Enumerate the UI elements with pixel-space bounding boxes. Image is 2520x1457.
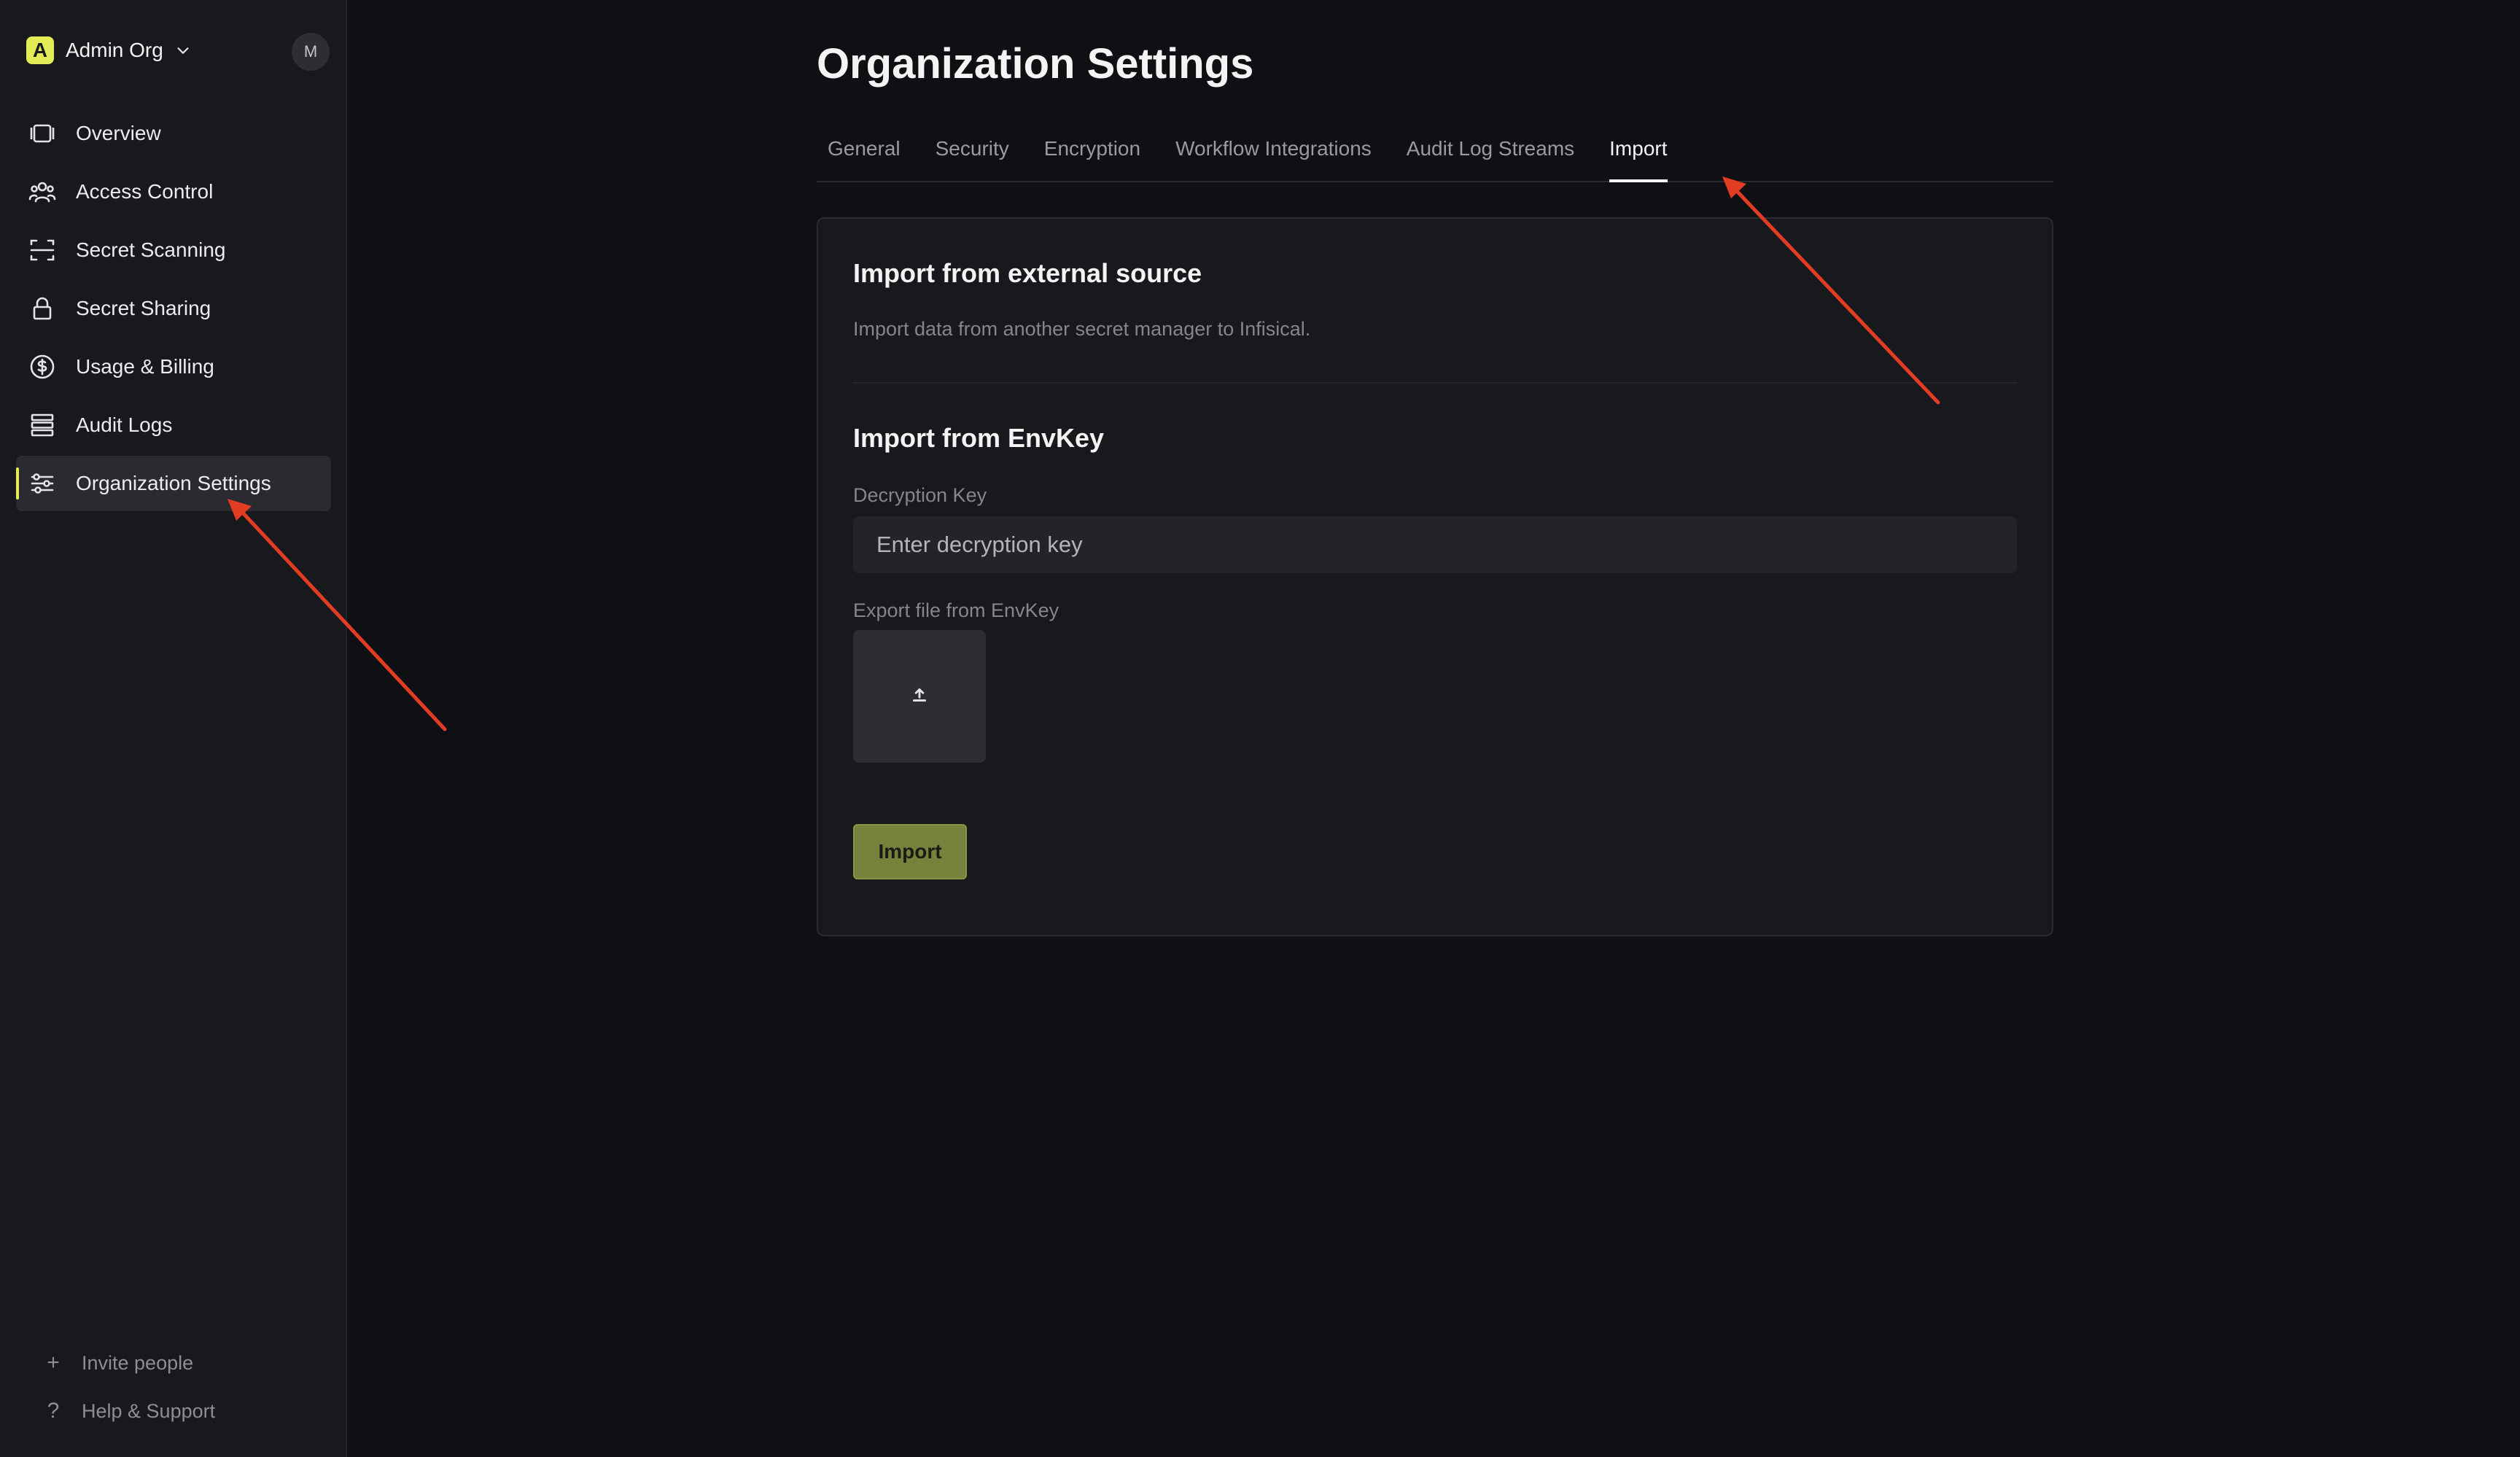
org-name: Admin Org [66,39,163,61]
import-button[interactable]: Import [853,824,967,879]
sidebar-item-label: Access Control [76,180,214,203]
sidebar-item-label: Usage & Billing [76,355,214,378]
sidebar-item-organization-settings[interactable]: Organization Settings [16,456,331,511]
sidebar-item-overview[interactable]: Overview [16,106,331,161]
sidebar-item-secret-sharing[interactable]: Secret Sharing [16,281,331,336]
tab-audit-log-streams[interactable]: Audit Log Streams [1396,124,1585,181]
sidebar-item-label: Overview [76,122,161,144]
sidebar-item-label: Secret Sharing [76,297,211,319]
decryption-key-label: Decryption Key [853,484,987,506]
decryption-key-input[interactable] [853,516,2017,573]
sidebar-item-access-control[interactable]: Access Control [16,164,331,219]
sidebar-item-label: Organization Settings [76,472,271,494]
tab-security[interactable]: Security [925,124,1020,181]
sidebar: A Admin Org M Overview Access Control Se… [0,0,347,1457]
help-support-label: Help & Support [82,1399,216,1422]
tab-general[interactable]: General [817,124,911,181]
lock-icon [28,294,57,323]
sidebar-footer: + Invite people ? Help & Support [42,1339,215,1435]
users-icon [28,177,57,206]
tab-encryption[interactable]: Encryption [1033,124,1151,181]
tab-workflow-integrations[interactable]: Workflow Integrations [1164,124,1382,181]
sidebar-item-label: Secret Scanning [76,238,226,261]
sidebar-item-secret-scanning[interactable]: Secret Scanning [16,222,331,278]
external-source-title: Import from external source [853,258,1202,288]
sliders-icon [28,469,57,498]
sidebar-nav: Overview Access Control Secret Scanning … [16,106,331,514]
settings-tabs: General Security Encryption Workflow Int… [817,124,2053,182]
section-divider [853,382,2017,384]
file-upload-dropzone[interactable] [853,630,986,763]
sidebar-item-audit-logs[interactable]: Audit Logs [16,397,331,453]
scan-icon [28,236,57,265]
upload-icon [910,685,929,708]
sidebar-item-usage-billing[interactable]: Usage & Billing [16,339,331,395]
chevron-down-icon [175,42,191,58]
invite-people-link[interactable]: + Invite people [42,1339,215,1387]
org-switcher[interactable]: A Admin Org [26,36,191,64]
external-source-description: Import data from another secret manager … [853,318,1311,340]
import-card: Import from external source Import data … [817,217,2053,936]
envkey-title: Import from EnvKey [853,423,1105,453]
question-icon: ? [47,1399,60,1423]
page-title: Organization Settings [817,40,1254,88]
user-avatar[interactable]: M [292,33,330,71]
help-support-link[interactable]: ? Help & Support [42,1387,215,1435]
sidebar-item-label: Audit Logs [76,413,173,436]
list-icon [28,411,57,440]
invite-people-label: Invite people [82,1351,194,1374]
export-file-label: Export file from EnvKey [853,599,1059,621]
tab-import[interactable]: Import [1598,124,1678,182]
overview-icon [28,119,57,148]
plus-icon: + [47,1351,60,1375]
org-badge: A [26,36,54,64]
dollar-icon [28,352,57,381]
